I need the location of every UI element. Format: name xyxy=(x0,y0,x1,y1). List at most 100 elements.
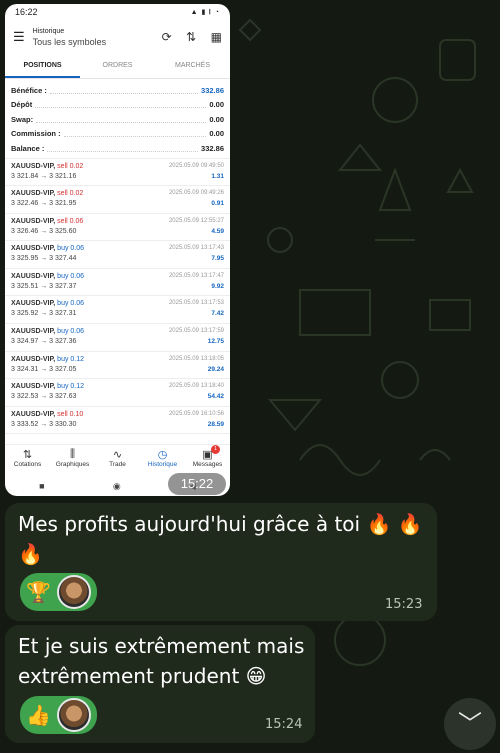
trade-time: 2025.05.09 13:17:43 xyxy=(168,245,224,252)
thumbs-up-icon: 👍 xyxy=(26,703,51,727)
trade-prices: 3 325.92 → 3 327.31 xyxy=(11,310,77,318)
trade-row: XAUUSD-VIP, buy 0.06 3 325.92 → 3 327.31… xyxy=(5,296,230,325)
summary-row: Commission : 0.00 xyxy=(11,127,224,142)
trade-profit: 1.31 xyxy=(211,172,224,180)
summary-row: Balance : 332.86 xyxy=(11,141,224,156)
trade-symbol: XAUUSD-VIP, xyxy=(11,272,56,280)
trade-direction: buy 0.06 xyxy=(57,300,85,308)
trade-time: 2025.05.09 09:49:50 xyxy=(168,162,224,169)
app-bar: ☰ Historique Tous les symboles ⟳ ⇅ ▦ xyxy=(5,20,230,54)
nav-charts: ⫼ Graphiques xyxy=(50,445,95,477)
trade-prices: 3 325.51 → 3 327.37 xyxy=(11,282,77,290)
reaction-pill[interactable]: 🏆 xyxy=(20,573,97,611)
summary-label: Commission : xyxy=(11,129,61,139)
summary-value: 0.00 xyxy=(209,100,224,110)
trade-symbol: XAUUSD-VIP, xyxy=(11,245,56,253)
trade-prices: 3 322.46 → 3 321.95 xyxy=(11,200,77,208)
summary-label: Balance : xyxy=(11,143,45,153)
summary-row: Dépôt 0.00 xyxy=(11,98,224,113)
phone-status-bar: 16:22 ▲ ▮ 𝄃 ◔ xyxy=(5,4,230,20)
trade-prices: 3 324.97 → 3 327.36 xyxy=(11,338,77,346)
summary-row: Bénéfice : 332.86 xyxy=(11,83,224,98)
trade-symbol: XAUUSD-VIP, xyxy=(11,300,56,308)
summary-value: 0.00 xyxy=(209,129,224,139)
trade-row: XAUUSD-VIP, buy 0.06 3 324.97 → 3 327.36… xyxy=(5,324,230,352)
sort-icon: ⇅ xyxy=(186,30,197,44)
trade-time: 2025.05.09 12:55:27 xyxy=(168,217,224,224)
back-square-icon: ■ xyxy=(39,481,45,491)
trade-profit: 7.95 xyxy=(211,255,224,263)
trade-profit: 12.75 xyxy=(207,338,224,346)
trade-symbol: XAUUSD-VIP, xyxy=(11,217,56,225)
trade-direction: sell 0.06 xyxy=(57,217,84,225)
trade-row: XAUUSD-VIP, sell 0.02 3 321.84 → 3 321.1… xyxy=(5,159,230,187)
trade-direction: buy 0.06 xyxy=(57,328,85,336)
summary-value: 332.86 xyxy=(201,143,224,153)
trade-profit: 0.91 xyxy=(211,200,224,208)
summary-value: 332.86 xyxy=(201,85,224,95)
trade-direction: sell 0.02 xyxy=(57,162,84,170)
trade-prices: 3 333.52 → 3 330.30 xyxy=(11,420,77,428)
trade-prices: 3 326.46 → 3 325.60 xyxy=(11,227,77,235)
home-circle-icon: ◉ xyxy=(112,480,121,491)
chat-message[interactable]: Et je suis extrêmement mais extrêmement … xyxy=(5,625,315,743)
scroll-down-button[interactable]: ﹀ xyxy=(444,698,496,750)
summary-block: Bénéfice : 332.86 Dépôt 0.00 Swap: 0.00 … xyxy=(5,79,230,159)
trade-time: 2025.05.09 13:17:59 xyxy=(168,328,224,335)
history-icon: ◷ xyxy=(157,449,168,461)
status-time: 16:22 xyxy=(15,7,38,17)
trade-direction: sell 0.10 xyxy=(57,410,84,418)
trade-prices: 3 324.31 → 3 327.05 xyxy=(11,365,77,373)
trade-row: XAUUSD-VIP, sell 0.06 3 326.46 → 3 325.6… xyxy=(5,214,230,242)
message-text: Et je suis extrêmement mais extrêmement … xyxy=(18,634,305,688)
trade-direction: buy 0.12 xyxy=(57,383,85,391)
trade-time: 2025.05.09 09:49:26 xyxy=(168,190,224,197)
tab-markets: MARCHÉS xyxy=(174,62,210,69)
trade-profit: 4.59 xyxy=(211,227,224,235)
trade-prices: 3 322.53 → 3 327.63 xyxy=(11,393,77,401)
trade-direction: buy 0.06 xyxy=(57,245,85,253)
trade-profit: 54.42 xyxy=(207,393,224,401)
avatar xyxy=(56,575,91,609)
trade-time: 2025.05.09 13:17:53 xyxy=(168,300,224,307)
chat-message[interactable]: Mes profits aujourd'hui grâce à toi 🔥 🔥 … xyxy=(5,503,437,621)
quotes-icon: ⇅ xyxy=(22,449,33,461)
nav-label: Historique xyxy=(147,461,178,468)
trade-row: XAUUSD-VIP, buy 0.06 3 325.95 → 3 327.44… xyxy=(5,241,230,269)
trade-direction: sell 0.02 xyxy=(57,190,84,198)
message-time: 15:24 xyxy=(265,717,303,732)
trade-profit: 29.24 xyxy=(207,365,224,373)
trade-profit: 7.42 xyxy=(211,310,224,318)
image-message-time: 15:22 xyxy=(168,473,226,495)
trade-icon: ∿ xyxy=(112,449,123,461)
nav-label: Graphiques xyxy=(55,461,90,468)
summary-value: 0.00 xyxy=(209,114,224,124)
messages-icon: ▣ xyxy=(202,449,213,461)
messages-badge: 1 xyxy=(211,445,220,454)
trade-symbol: XAUUSD-VIP, xyxy=(11,162,56,170)
trade-row: XAUUSD-VIP, buy 0.12 3 322.53 → 3 327.63… xyxy=(5,379,230,407)
summary-row: Swap: 0.00 xyxy=(11,112,224,127)
trade-row: XAUUSD-VIP, buy 0.12 3 324.31 → 3 327.05… xyxy=(5,352,230,380)
trade-row: XAUUSD-VIP, sell 0.02 3 322.46 → 3 321.9… xyxy=(5,186,230,214)
summary-label: Swap: xyxy=(11,114,34,124)
app-title: Historique Tous les symboles xyxy=(33,26,152,48)
trade-time: 2025.05.09 13:18:40 xyxy=(168,383,224,390)
trade-time: 2025.05.09 13:17:47 xyxy=(168,272,224,279)
mt-history-screenshot[interactable]: 16:22 ▲ ▮ 𝄃 ◔ ☰ Historique Tous les symb… xyxy=(5,4,230,496)
summary-label: Bénéfice : xyxy=(11,85,47,95)
trade-prices: 3 325.95 → 3 327.44 xyxy=(11,255,77,263)
chevron-down-icon: ﹀ xyxy=(458,710,482,738)
trade-row: XAUUSD-VIP, sell 0.10 3 333.52 → 3 330.3… xyxy=(5,407,230,435)
trade-profit: 28.59 xyxy=(207,420,224,428)
calendar-icon: ▦ xyxy=(210,30,222,44)
trade-symbol: XAUUSD-VIP, xyxy=(11,328,56,336)
nav-label: Messages xyxy=(192,461,223,468)
avatar xyxy=(56,698,91,732)
nav-trade: ∿ Trade xyxy=(95,445,140,477)
reaction-pill[interactable]: 👍 xyxy=(20,696,97,734)
trade-direction: buy 0.12 xyxy=(57,355,85,363)
message-time: 15:23 xyxy=(385,597,423,612)
trade-list: XAUUSD-VIP, sell 0.02 3 321.84 → 3 321.1… xyxy=(5,159,230,435)
summary-label: Dépôt xyxy=(11,100,33,110)
